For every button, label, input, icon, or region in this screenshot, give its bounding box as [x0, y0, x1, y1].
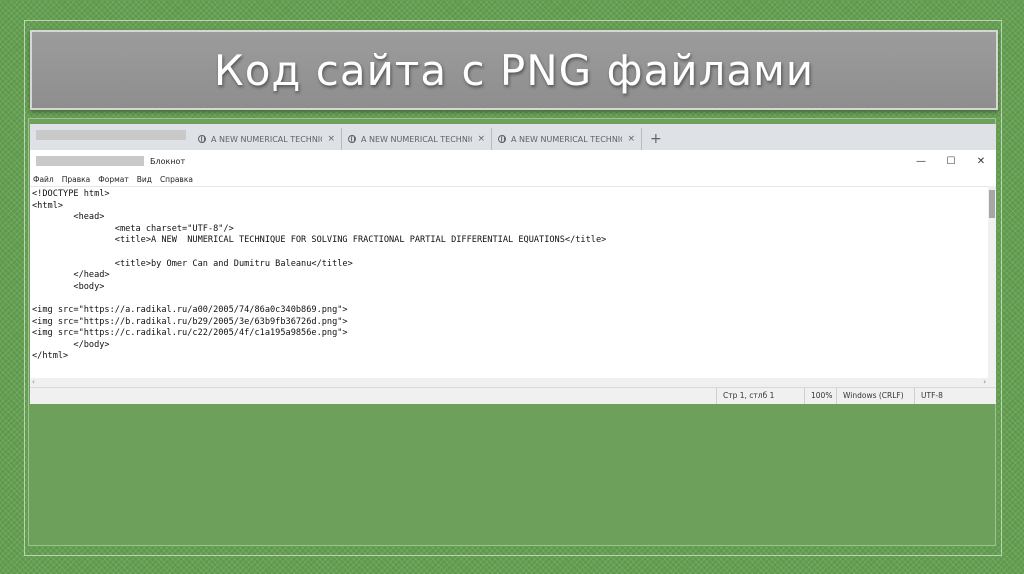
scrollbar-thumb[interactable] [989, 190, 995, 218]
tab-label: A NEW NUMERICAL TECHNIQUE [511, 134, 622, 144]
text-editor[interactable]: <!DOCTYPE html> <html> <head> <meta chars… [30, 186, 988, 378]
menu-edit[interactable]: Правка [62, 175, 91, 184]
editor-line: <title>A NEW NUMERICAL TECHNIQUE FOR SOL… [32, 235, 607, 246]
browser-tab-3[interactable]: A NEW NUMERICAL TECHNIQUE × [492, 128, 642, 150]
globe-icon [348, 135, 356, 143]
slide-title: Код сайта с PNG файлами [213, 45, 815, 95]
status-line-endings: Windows (CRLF) [836, 388, 904, 404]
horizontal-scrollbar[interactable]: ‹ › [30, 378, 996, 387]
notepad-titlebar: Блокнот — ☐ ✕ [30, 150, 996, 172]
editor-line: </body> [32, 339, 110, 350]
redacted-region [36, 130, 186, 140]
editor-line: </head> [32, 270, 110, 281]
close-icon[interactable]: × [627, 134, 635, 144]
status-encoding: UTF-8 [914, 388, 943, 404]
status-bar: Стр 1, стлб 1 100% Windows (CRLF) UTF-8 [30, 387, 996, 404]
minimize-button[interactable]: — [906, 150, 936, 172]
slide-title-bar: Код сайта с PNG файлами [30, 30, 998, 110]
globe-icon [498, 135, 506, 143]
browser-tab-2[interactable]: A NEW NUMERICAL TECHNIQUE × [342, 128, 492, 150]
close-icon[interactable]: × [477, 134, 485, 144]
menu-view[interactable]: Вид [137, 175, 152, 184]
editor-line: </html> [32, 351, 69, 362]
new-tab-button[interactable]: + [642, 128, 670, 150]
scroll-left-icon[interactable]: ‹ [32, 378, 35, 386]
close-icon[interactable]: × [327, 134, 335, 144]
browser-tab-1[interactable]: A NEW NUMERICAL TECHNIQUE × [192, 128, 342, 150]
editor-line: <img src="https://a.radikal.ru/a00/2005/… [32, 304, 348, 315]
window-controls: — ☐ ✕ [906, 150, 996, 172]
editor-line: <title>by Omer Can and Dumitru Baleanu</… [32, 258, 353, 269]
status-zoom: 100% [804, 388, 832, 404]
window-title: Блокнот [150, 156, 186, 166]
embedded-screenshot: A NEW NUMERICAL TECHNIQUE × A NEW NUMERI… [30, 124, 996, 404]
browser-tab-strip: A NEW NUMERICAL TECHNIQUE × A NEW NUMERI… [30, 124, 996, 150]
editor-line: <meta charset="UTF-8"/> [32, 223, 234, 234]
editor-line: <img src="https://c.radikal.ru/c22/2005/… [32, 328, 348, 339]
tab-label: A NEW NUMERICAL TECHNIQUE [211, 134, 322, 144]
editor-line: <!DOCTYPE html> [32, 189, 110, 199]
menu-format[interactable]: Формат [98, 175, 128, 184]
vertical-scrollbar[interactable] [988, 186, 996, 378]
redacted-region [36, 156, 144, 166]
editor-line: <body> [32, 281, 105, 292]
editor-line: <img src="https://b.radikal.ru/b29/2005/… [32, 316, 348, 327]
close-button[interactable]: ✕ [966, 150, 996, 172]
maximize-button[interactable]: ☐ [936, 150, 966, 172]
editor-line: <head> [32, 212, 105, 223]
menu-file[interactable]: Файл [33, 175, 54, 184]
globe-icon [198, 135, 206, 143]
scroll-right-icon[interactable]: › [983, 378, 986, 386]
menu-bar: Файл Правка Формат Вид Справка [30, 172, 996, 186]
tab-label: A NEW NUMERICAL TECHNIQUE [361, 134, 472, 144]
status-cursor-position: Стр 1, стлб 1 [716, 388, 774, 404]
menu-help[interactable]: Справка [160, 175, 193, 184]
editor-line: <html> [32, 200, 64, 211]
